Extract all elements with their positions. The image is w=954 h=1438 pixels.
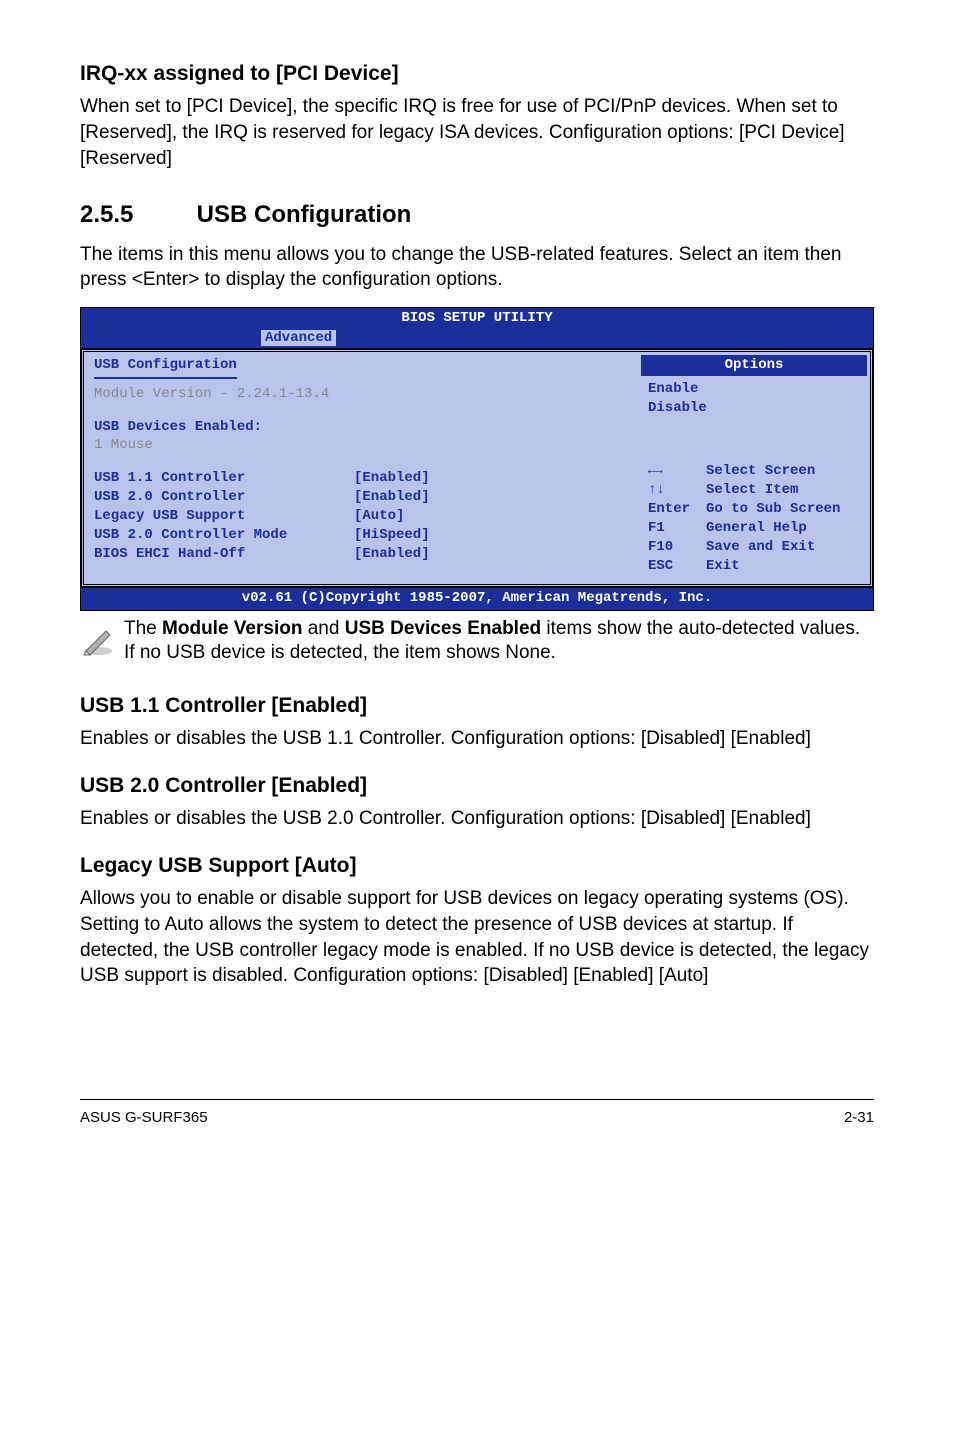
page-footer: ASUS G-SURF365 2-31 xyxy=(80,1099,874,1128)
bios-module-version: Module Version - 2.24.1-13.4 xyxy=(94,386,329,402)
heading-legacy: Legacy USB Support [Auto] xyxy=(80,852,874,880)
bios-footer: v02.61 (C)Copyright 1985-2007, American … xyxy=(81,587,873,610)
arrows-ud-icon: ↑↓ xyxy=(648,481,706,500)
bios-row: Legacy USB Support[Auto] xyxy=(94,507,628,526)
section-title: USB Configuration xyxy=(197,201,412,228)
section-heading: 2.5.5 USB Configuration xyxy=(80,199,874,231)
bios-options-title: Options xyxy=(641,355,867,376)
para-irq: When set to [PCI Device], the specific I… xyxy=(80,94,874,171)
section-intro: The items in this menu allows you to cha… xyxy=(80,242,874,293)
section-number: 2.5.5 xyxy=(80,199,190,231)
bios-devices-line: 1 Mouse xyxy=(94,437,153,453)
heading-usb11: USB 1.1 Controller [Enabled] xyxy=(80,692,874,720)
bios-left-pane: USB Configuration Module Version - 2.24.… xyxy=(81,349,638,587)
bios-titlebar: BIOS SETUP UTILITY xyxy=(81,308,873,329)
arrows-lr-icon: ←→ xyxy=(648,462,706,481)
bios-help: ←→Select Screen ↑↓Select Item EnterGo to… xyxy=(638,458,870,583)
para-usb11: Enables or disables the USB 1.1 Controll… xyxy=(80,726,874,752)
bios-tabrow: Advanced xyxy=(81,329,873,348)
heading-usb20: USB 2.0 Controller [Enabled] xyxy=(80,772,874,800)
para-legacy: Allows you to enable or disable support … xyxy=(80,886,874,989)
bios-row: BIOS EHCI Hand-Off[Enabled] xyxy=(94,545,628,564)
bios-tab-advanced: Advanced xyxy=(261,330,336,346)
pencil-note-icon xyxy=(80,617,124,657)
footer-right: 2-31 xyxy=(844,1108,874,1128)
para-usb20: Enables or disables the USB 2.0 Controll… xyxy=(80,806,874,832)
heading-irq: IRQ-xx assigned to [PCI Device] xyxy=(80,60,874,88)
bios-row: USB 1.1 Controller[Enabled] xyxy=(94,469,628,488)
bios-row: USB 2.0 Controller[Enabled] xyxy=(94,488,628,507)
bios-options-body: Enable Disable xyxy=(638,376,870,422)
bios-row: USB 2.0 Controller Mode[HiSpeed] xyxy=(94,526,628,545)
bios-screenshot: BIOS SETUP UTILITY Advanced USB Configur… xyxy=(80,307,874,611)
note-block: The Module Version and USB Devices Enabl… xyxy=(80,617,874,666)
footer-left: ASUS G-SURF365 xyxy=(80,1108,208,1128)
bios-right-pane: Options Enable Disable ←→Select Screen ↑… xyxy=(638,349,873,587)
bios-left-header: USB Configuration xyxy=(94,356,237,379)
note-text: The Module Version and USB Devices Enabl… xyxy=(124,617,874,666)
bios-devices-header: USB Devices Enabled: xyxy=(94,419,262,435)
